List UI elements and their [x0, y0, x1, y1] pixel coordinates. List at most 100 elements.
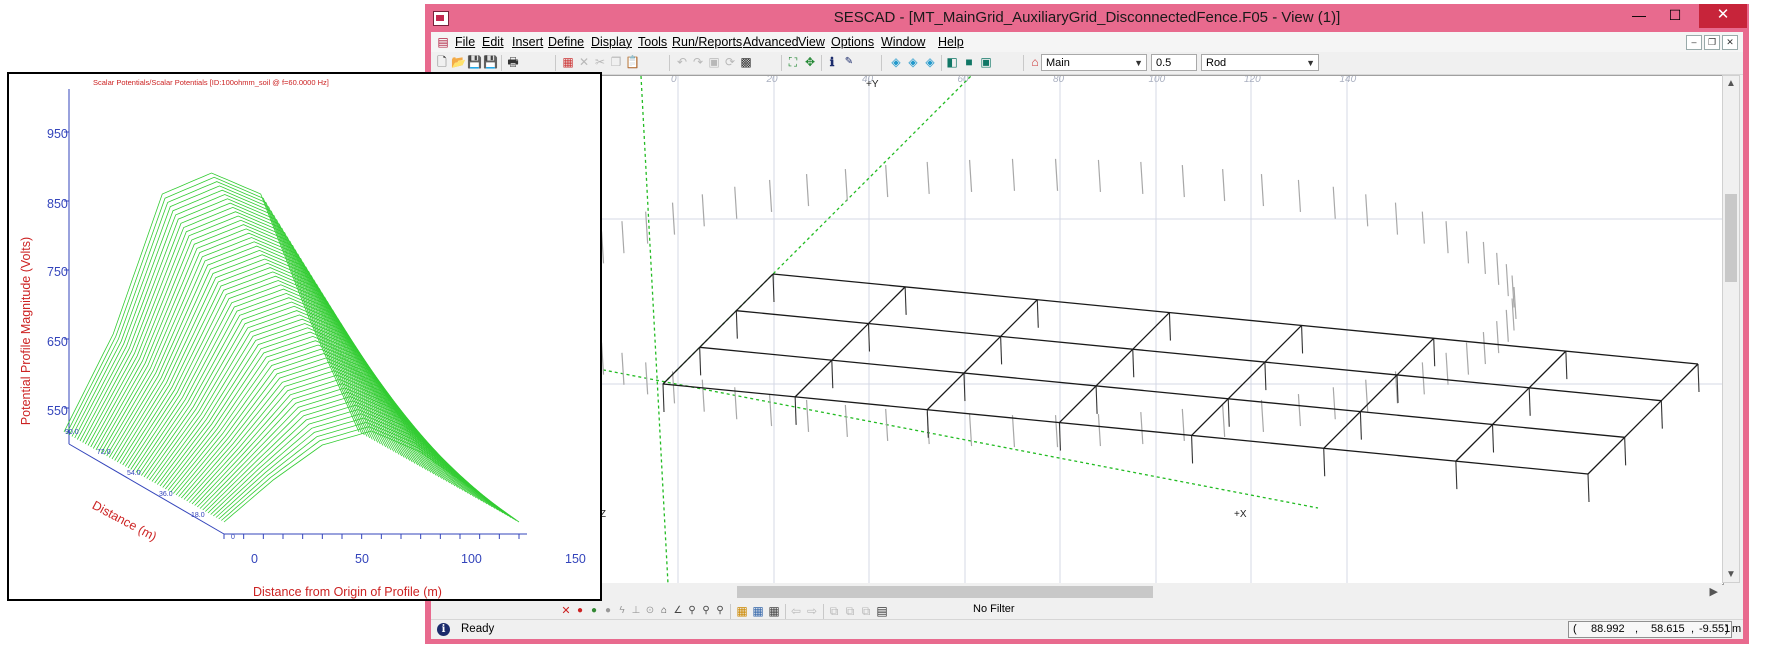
layer-3-icon[interactable]: ◈ — [923, 55, 937, 69]
document-icon[interactable]: ▤ — [436, 35, 450, 49]
depth-tick-label: 0 — [231, 534, 235, 541]
fence-post — [805, 174, 810, 207]
menu-run-reports[interactable]: Run/Reports — [672, 35, 742, 49]
wire-icon[interactable]: ▣ — [979, 55, 993, 69]
toolbar-separator — [730, 604, 731, 620]
paste-view-icon[interactable]: ⧉ — [843, 604, 857, 618]
save-all-icon[interactable]: 💾 — [483, 55, 498, 69]
toolbar-separator — [881, 55, 882, 71]
fence-post — [1505, 264, 1509, 297]
close-button[interactable]: ✕ — [1699, 4, 1747, 28]
table-edit-icon[interactable]: ▦ — [751, 604, 765, 618]
delete-icon[interactable]: ✕ — [577, 55, 591, 69]
remove-filter-icon[interactable]: ✕ — [559, 604, 573, 618]
menu-file[interactable]: File — [455, 35, 475, 49]
size-input[interactable]: 0.5 — [1151, 54, 1197, 71]
scroll-up-icon[interactable]: ▲ — [1726, 78, 1736, 89]
copy-view-icon[interactable]: ⧉ — [827, 604, 841, 618]
report-icon[interactable]: ▤ — [875, 604, 889, 618]
client-area: ▤ File Edit Insert Define Display Tools … — [431, 32, 1743, 639]
axis-label-pos-x: +X — [1234, 509, 1247, 520]
find-icon[interactable]: ⚲ — [685, 604, 699, 618]
horizontal-scroll-thumb[interactable] — [737, 586, 1153, 598]
ground-icon[interactable]: ⊥ — [629, 604, 643, 618]
paste-icon[interactable]: 📋 — [625, 55, 640, 69]
next-icon[interactable]: ⇨ — [805, 604, 819, 618]
horizontal-scrollbar[interactable]: ▶ — [437, 583, 1722, 601]
ground-grid-conductor — [1191, 324, 1303, 436]
previous-icon[interactable]: ⇦ — [789, 604, 803, 618]
table-icon[interactable]: ▦ — [767, 604, 781, 618]
filter-status[interactable]: No Filter — [973, 603, 1015, 615]
find-next-icon[interactable]: ⚲ — [699, 604, 713, 618]
new-file-icon[interactable]: 🗋 — [435, 55, 449, 69]
layer-icon[interactable]: ◈ — [889, 55, 903, 69]
ground-rod — [1587, 473, 1590, 503]
measure-icon[interactable]: ∠ — [671, 604, 685, 618]
menu-window[interactable]: Window — [881, 35, 925, 49]
fence-post — [844, 404, 848, 437]
tag-icon[interactable]: ⌂ — [657, 604, 671, 618]
status-text: Ready — [461, 623, 495, 635]
rod-filter-icon[interactable]: ● — [587, 604, 601, 618]
menu-edit[interactable]: Edit — [482, 35, 504, 49]
menu-help[interactable]: Help — [938, 35, 964, 49]
3d-view-icon[interactable]: ◧ — [945, 55, 959, 69]
info-icon[interactable]: ℹ — [825, 55, 839, 69]
element-type-select[interactable]: Rod ▼ — [1201, 54, 1319, 71]
group-select[interactable]: Main ▼ — [1041, 54, 1147, 71]
redo-icon[interactable]: ↷ — [691, 55, 705, 69]
fence-post — [1496, 252, 1500, 285]
profile-line — [167, 340, 464, 491]
conductor-filter-icon[interactable]: ● — [573, 604, 587, 618]
table-view-icon[interactable]: ▦ — [735, 604, 749, 618]
find-all-icon[interactable]: ⚲ — [713, 604, 727, 618]
mdi-restore-button[interactable]: ❐ — [1704, 35, 1720, 50]
3d-viewport[interactable]: -40-20020406080100120140 -Z +Y -Y +Z +X — [437, 75, 1724, 585]
layer-2-icon[interactable]: ◈ — [906, 55, 920, 69]
menu-options[interactable]: Options — [831, 35, 874, 49]
scroll-down-icon[interactable]: ▼ — [1726, 569, 1736, 580]
mdi-close-button[interactable]: ✕ — [1722, 35, 1738, 50]
coord-open: ( — [1573, 623, 1577, 635]
rotate-icon[interactable]: ⟳ — [723, 55, 737, 69]
menu-advanced[interactable]: Advanced — [743, 35, 799, 49]
maximize-button[interactable]: ☐ — [1657, 4, 1693, 28]
minimize-button[interactable]: — — [1621, 4, 1657, 28]
mdi-minimize-button[interactable]: – — [1686, 35, 1702, 50]
ruler-tick-label: 80 — [1053, 76, 1065, 85]
source-icon[interactable]: ⊙ — [643, 604, 657, 618]
pan-icon[interactable]: ✥ — [803, 55, 817, 69]
vertical-scrollbar[interactable]: ▲ ▼ — [1722, 75, 1740, 583]
ground-rod — [926, 409, 929, 438]
undo-icon[interactable]: ↶ — [675, 55, 689, 69]
open-folder-icon[interactable]: 📂 — [451, 55, 466, 69]
vertical-scroll-thumb[interactable] — [1725, 194, 1737, 282]
scroll-right-icon[interactable]: ▶ — [1710, 585, 1718, 598]
ground-rod — [699, 347, 702, 376]
save-icon[interactable]: 💾 — [467, 55, 482, 69]
zoom-fit-icon[interactable]: ⛶ — [786, 55, 800, 69]
menu-view[interactable]: View — [798, 35, 825, 49]
cut-icon[interactable]: ✂ — [593, 55, 607, 69]
menu-display[interactable]: Display — [591, 35, 632, 49]
group-icon[interactable]: ⌂ — [1028, 55, 1042, 69]
lightning-icon[interactable]: ϟ — [615, 604, 629, 618]
solid-icon[interactable]: ■ — [962, 55, 976, 69]
toolbar-separator — [785, 604, 786, 620]
properties-icon[interactable]: ▦ — [561, 55, 575, 69]
viewport-canvas[interactable]: -40-20020406080100120140 -Z +Y -Y +Z +X — [438, 76, 1723, 584]
select-icon[interactable]: ▣ — [707, 55, 721, 69]
z-axis-line — [640, 76, 669, 584]
title-bar[interactable]: SESCAD - [MT_MainGrid_AuxiliaryGrid_Disc… — [425, 4, 1749, 32]
export-icon[interactable]: ⧉ — [859, 604, 873, 618]
menu-define[interactable]: Define — [548, 35, 584, 49]
menu-insert[interactable]: Insert — [512, 35, 543, 49]
copy-icon[interactable]: ❐ — [609, 55, 623, 69]
grid-view-icon[interactable]: ▩ — [739, 55, 753, 69]
coord-sep: , — [1691, 623, 1695, 635]
menu-tools[interactable]: Tools — [638, 35, 667, 49]
query-icon[interactable]: ✎ — [842, 55, 856, 69]
plate-filter-icon[interactable]: ● — [601, 604, 615, 618]
print-icon[interactable]: 🖶 — [506, 55, 520, 69]
